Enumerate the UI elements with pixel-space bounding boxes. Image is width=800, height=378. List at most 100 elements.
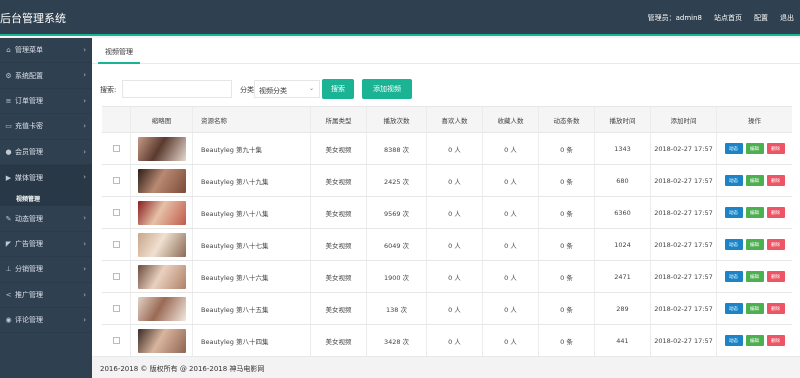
chevron-right-icon: › <box>83 239 86 248</box>
add-video-button[interactable]: 添加视频 <box>362 79 412 99</box>
video-name: Beautyleg 第八十九集 <box>192 165 310 196</box>
video-type: 美女视频 <box>310 133 366 164</box>
edit-button[interactable]: 编辑 <box>745 175 764 186</box>
video-icon: ▶ <box>5 173 12 182</box>
chevron-right-icon: › <box>83 315 86 324</box>
row-checkbox[interactable] <box>112 273 120 280</box>
play-duration: 2471 <box>594 261 650 292</box>
table-row: Beautyleg 第八十四集 美女视频 3428 次0 人0 人0 条 441 201… <box>102 325 792 357</box>
table-row: Beautyleg 第八十九集 美女视频 2425 次0 人0 人0 条 680 201… <box>102 165 792 197</box>
search-input[interactable] <box>122 80 232 98</box>
video-name: Beautyleg 第八十七集 <box>192 229 310 260</box>
dynamic-count: 0 条 <box>538 229 594 260</box>
sidebar-item-label: 管理菜单 <box>15 46 43 55</box>
dynamic-button[interactable]: 动态 <box>724 175 743 186</box>
video-type: 美女视频 <box>310 197 366 228</box>
delete-button[interactable]: 删除 <box>766 335 785 346</box>
added-time: 2018-02-27 17:57 <box>650 261 716 292</box>
edit-button[interactable]: 编辑 <box>745 207 764 218</box>
favorite-count: 0 人 <box>482 165 538 196</box>
edit-button[interactable]: 编辑 <box>745 271 764 282</box>
chevron-right-icon: › <box>83 290 86 299</box>
sidebar-item-media[interactable]: ▶ 媒体管理 › <box>0 164 92 191</box>
sidebar-item-orders[interactable]: ≡ 订单管理 › <box>0 89 92 115</box>
sidebar-item-label: 推广管理 <box>15 290 43 299</box>
thumbnail-cell <box>130 197 192 228</box>
sidebar-item-label: 会员管理 <box>15 147 43 156</box>
like-count: 0 人 <box>426 293 482 324</box>
dynamic-count: 0 条 <box>538 325 594 356</box>
sidebar-item-cards[interactable]: ▭ 充值卡密 › <box>0 114 92 140</box>
sidebar-item-comments[interactable]: ◉ 评论管理 › <box>0 308 92 334</box>
dynamic-button[interactable]: 动态 <box>724 239 743 250</box>
sidebar-item-menu[interactable]: ⌂ 管理菜单 › <box>0 38 92 64</box>
sidebar-item-dynamics[interactable]: ✎ 动态管理 › <box>0 206 92 232</box>
thumbnail-cell <box>130 325 192 356</box>
dynamic-button[interactable]: 动态 <box>724 303 743 314</box>
sidebar-item-label: 广告管理 <box>15 239 43 248</box>
row-checkbox[interactable] <box>112 209 120 216</box>
tab-bar: 视频管理 <box>92 38 800 64</box>
play-duration: 1024 <box>594 229 650 260</box>
dynamic-button[interactable]: 动态 <box>724 143 743 154</box>
delete-button[interactable]: 删除 <box>766 143 785 154</box>
sidebar-item-distribution[interactable]: ⊥ 分销管理 › <box>0 257 92 283</box>
table-row: Beautyleg 第九十集 美女视频 8388 次0 人0 人0 条 1343 201… <box>102 133 792 165</box>
sidebar-item-ads[interactable]: ◤ 广告管理 › <box>0 232 92 258</box>
delete-button[interactable]: 删除 <box>766 175 785 186</box>
sidebar-subitem-videos[interactable]: 视频管理 <box>0 190 92 207</box>
category-select[interactable]: 视频分类 ⌄ <box>254 80 320 98</box>
config-link[interactable]: 配置 <box>754 13 768 23</box>
sidebar-item-label: 系统配置 <box>15 71 43 80</box>
video-name: Beautyleg 第八十八集 <box>192 197 310 228</box>
favorite-count: 0 人 <box>482 261 538 292</box>
chevron-right-icon: › <box>83 172 86 181</box>
play-count: 6049 次 <box>366 229 426 260</box>
video-name: Beautyleg 第九十集 <box>192 133 310 164</box>
header-favorites: 收藏人数 <box>482 107 538 132</box>
added-time: 2018-02-27 17:57 <box>650 293 716 324</box>
search-button[interactable]: 搜索 <box>322 79 354 99</box>
edit-button[interactable]: 编辑 <box>745 335 764 346</box>
delete-button[interactable]: 删除 <box>766 271 785 282</box>
sidebar-item-promotion[interactable]: < 推广管理 › <box>0 283 92 308</box>
sidebar-item-system[interactable]: ⚙ 系统配置 › <box>0 63 92 89</box>
dynamic-button[interactable]: 动态 <box>724 335 743 346</box>
header-duration: 播放时间 <box>594 107 650 132</box>
video-type: 美女视频 <box>310 293 366 324</box>
video-table: 缩略图 资源名称 所属类型 播放次数 喜欢人数 收藏人数 动态条数 播放时间 添… <box>102 106 792 357</box>
row-select-cell <box>102 165 130 196</box>
video-name: Beautyleg 第八十五集 <box>192 293 310 324</box>
admin-user-link[interactable]: 管理员：admin8 <box>648 13 702 23</box>
dynamic-button[interactable]: 动态 <box>724 271 743 282</box>
row-checkbox[interactable] <box>112 305 120 312</box>
row-checkbox[interactable] <box>112 337 120 344</box>
bullhorn-icon: ◤ <box>5 239 12 248</box>
logout-link[interactable]: 退出 <box>780 13 794 23</box>
row-checkbox[interactable] <box>112 145 120 152</box>
favorite-count: 0 人 <box>482 133 538 164</box>
play-duration: 289 <box>594 293 650 324</box>
tab-video-management[interactable]: 视频管理 <box>98 46 140 64</box>
favorite-count: 0 人 <box>482 325 538 356</box>
delete-button[interactable]: 删除 <box>766 207 785 218</box>
play-duration: 6360 <box>594 197 650 228</box>
edit-button[interactable]: 编辑 <box>745 143 764 154</box>
site-home-link[interactable]: 站点首页 <box>714 13 742 23</box>
delete-button[interactable]: 删除 <box>766 239 785 250</box>
actions-cell: 动态 编辑 删除 <box>716 229 792 260</box>
thumbnail-cell <box>130 261 192 292</box>
thumbnail-cell <box>130 229 192 260</box>
header-dynamics: 动态条数 <box>538 107 594 132</box>
edit-button[interactable]: 编辑 <box>745 239 764 250</box>
video-type: 美女视频 <box>310 229 366 260</box>
filter-bar: 搜索: 分类: 视频分类 ⌄ 搜索 添加视频 <box>100 78 790 100</box>
row-checkbox[interactable] <box>112 177 120 184</box>
video-type: 美女视频 <box>310 325 366 356</box>
row-checkbox[interactable] <box>112 241 120 248</box>
dynamic-button[interactable]: 动态 <box>724 207 743 218</box>
delete-button[interactable]: 删除 <box>766 303 785 314</box>
sidebar-item-members[interactable]: ● 会员管理 › <box>0 140 92 165</box>
edit-button[interactable]: 编辑 <box>745 303 764 314</box>
edit-icon: ✎ <box>5 214 12 223</box>
